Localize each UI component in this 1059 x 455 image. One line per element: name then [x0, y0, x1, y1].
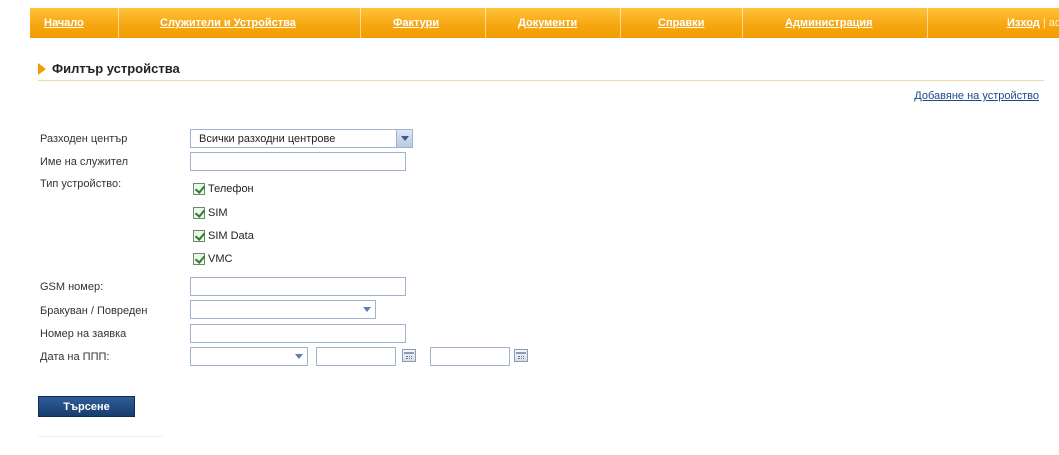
page-title: Филтър устройства	[52, 61, 180, 76]
request-number-input[interactable]	[190, 324, 406, 343]
nav-reports[interactable]: Справки	[658, 8, 704, 38]
defective-label: Бракуван / Повреден	[40, 305, 148, 317]
device-type-label: Тип устройство:	[40, 178, 122, 190]
checkbox-checked-icon[interactable]	[193, 183, 205, 195]
checkbox-checked-icon[interactable]	[193, 230, 205, 242]
ppp-date-label: Дата на ППП:	[40, 351, 110, 363]
nav-separator	[118, 8, 119, 38]
device-type-sim-data-label: SIM Data	[208, 230, 254, 242]
calendar-icon[interactable]	[402, 349, 416, 362]
ppp-date-to-input[interactable]	[430, 347, 510, 366]
ppp-date-from-input[interactable]	[316, 347, 396, 366]
gsm-number-label: GSM номер:	[40, 281, 104, 293]
nav-separator	[927, 8, 928, 38]
chevron-down-icon[interactable]	[396, 130, 412, 147]
search-button[interactable]: Търсене	[38, 396, 135, 417]
checkbox-checked-icon[interactable]	[193, 207, 205, 219]
chevron-down-icon[interactable]	[359, 301, 375, 318]
device-type-sim-label: SIM	[208, 207, 228, 219]
cost-center-label: Разходен център	[40, 133, 128, 145]
employee-name-label: Име на служител	[40, 156, 129, 168]
nav-separator	[485, 8, 486, 38]
logout-area: Изход | adm	[1007, 8, 1059, 38]
nav-home[interactable]: Начало	[44, 8, 84, 38]
logout-link[interactable]: Изход	[1007, 17, 1040, 29]
employee-name-input[interactable]	[190, 152, 406, 171]
nav-administration[interactable]: Администрация	[785, 8, 873, 38]
heading-divider	[38, 80, 1044, 81]
checkbox-checked-icon[interactable]	[193, 253, 205, 265]
chevron-down-icon[interactable]	[291, 348, 307, 365]
arrow-right-icon	[38, 63, 46, 75]
device-type-phone-label: Телефон	[208, 183, 254, 195]
cost-center-value: Всички разходни центрове	[199, 133, 336, 145]
defective-select[interactable]	[190, 300, 376, 319]
device-type-vmc-label: VMC	[208, 253, 233, 265]
nav-separator	[360, 8, 361, 38]
nav-documents[interactable]: Документи	[518, 8, 577, 38]
add-device-link[interactable]: Добавяне на устройство	[914, 90, 1039, 102]
calendar-icon[interactable]	[514, 349, 528, 362]
nav-separator	[620, 8, 621, 38]
nav-invoices[interactable]: Фактури	[393, 8, 439, 38]
request-number-label: Номер на заявка	[40, 328, 127, 340]
current-user: | adm	[1042, 17, 1059, 29]
bottom-divider	[38, 436, 163, 437]
cost-center-select[interactable]: Всички разходни центрове	[190, 129, 413, 148]
nav-separator	[742, 8, 743, 38]
top-navigation: Начало Служители и Устройства Фактури До…	[30, 8, 1059, 38]
nav-employees-devices[interactable]: Служители и Устройства	[160, 8, 296, 38]
gsm-number-input[interactable]	[190, 277, 406, 296]
ppp-date-select[interactable]	[190, 347, 308, 366]
